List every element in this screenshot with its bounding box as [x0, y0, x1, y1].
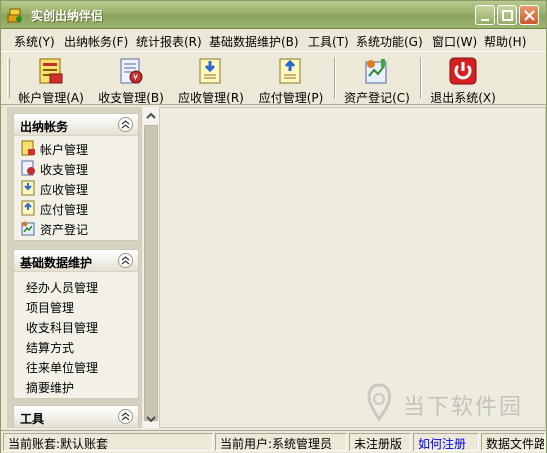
nav-group-body: 帐户管理 收支管理 应收管理 应付管理 资产登记: [14, 136, 138, 240]
account-ledger-icon: [39, 58, 63, 84]
menu-reports[interactable]: 统计报表(R): [136, 33, 202, 50]
asset-register-button[interactable]: 资产登记(C): [341, 54, 413, 105]
menu-system-functions[interactable]: 系统功能(G): [356, 33, 423, 50]
nav-group-body: 经办人员管理 项目管理 收支科目管理 结算方式 往来单位管理 摘要维护: [14, 272, 138, 398]
sidebar-item-label: 资产登记: [40, 223, 89, 237]
income-expense-button[interactable]: ¥ 收支管理(B): [95, 54, 167, 105]
nav-group-header[interactable]: 工具: [14, 406, 138, 428]
chevron-up-icon: [121, 412, 130, 421]
menu-help[interactable]: 帮助(H): [484, 33, 526, 50]
payable-icon: [21, 200, 35, 216]
maximize-icon: [502, 10, 513, 21]
receivable-management-button[interactable]: 应收管理(R): [175, 54, 247, 105]
svg-text:¥: ¥: [133, 73, 138, 82]
exit-system-button[interactable]: 退出系统(X): [427, 54, 499, 105]
income-expense-label: 收支管理(B): [98, 91, 164, 105]
account-management-button[interactable]: 帐户管理(A): [15, 54, 87, 105]
register-link[interactable]: 如何注册: [413, 433, 479, 451]
left-panel-scrollbar[interactable]: [142, 107, 159, 428]
sidebar-item-label: 经办人员管理: [26, 281, 99, 295]
asset-register-label: 资产登记(C): [344, 91, 410, 105]
status-registration: 未注册版: [349, 433, 411, 451]
sidebar-item-label: 结算方式: [26, 341, 75, 355]
account-ledger-icon: [21, 140, 35, 156]
scrollbar-thumb[interactable]: [144, 125, 158, 421]
status-bar: 当前账套:默认账套 当前用户:系统管理员 未注册版 如何注册 数据文件路: [1, 430, 546, 453]
toolbar: 帐户管理(A) ¥ 收支管理(B) 应收管理(R) 应付管理(P) 资产登记(C…: [1, 51, 546, 105]
menu-system[interactable]: 系统(Y): [14, 33, 55, 50]
menu-bar: 系统(Y) 出纳帐务(F) 统计报表(R) 基础数据维护(B) 工具(T) 系统…: [1, 30, 546, 50]
scroll-down-icon[interactable]: [143, 411, 159, 427]
sidebar-item-label: 收支科目管理: [26, 321, 99, 335]
payable-management-button[interactable]: 应付管理(P): [255, 54, 327, 105]
left-nav-panel: 出纳帐务 帐户管理 收支管理 应收管理 应付管理 资产登记 基础数据维护 经办人…: [7, 107, 142, 428]
menu-cashier-accounts[interactable]: 出纳帐务(F): [64, 33, 128, 50]
power-icon: [449, 57, 477, 85]
watermark: 当下软件园: [361, 377, 541, 427]
sidebar-item-label: 应付管理: [40, 203, 89, 217]
collapse-button[interactable]: [118, 117, 133, 132]
maximize-button[interactable]: [497, 5, 517, 25]
app-window: 实创出纳伴侣 系统(Y) 出纳帐务(F) 统计报表(R) 基础数据维护(B) 工…: [0, 0, 547, 453]
sidebar-item-label: 往来单位管理: [26, 361, 99, 375]
status-data-file: 数据文件路: [481, 433, 545, 451]
close-button[interactable]: [519, 5, 539, 25]
sidebar-item-label: 摘要维护: [26, 381, 75, 395]
close-icon: [524, 10, 535, 21]
nav-group-base-data: 基础数据维护 经办人员管理 项目管理 收支科目管理 结算方式 往来单位管理 摘要…: [13, 249, 139, 399]
asset-register-icon: [21, 221, 35, 236]
receivable-icon: [21, 180, 35, 196]
exit-system-label: 退出系统(X): [430, 91, 496, 105]
chevron-up-icon: [121, 256, 130, 265]
receivable-icon: [199, 58, 221, 84]
menu-tools[interactable]: 工具(T): [308, 33, 349, 50]
sidebar-item-label: 收支管理: [40, 163, 89, 177]
app-logo-icon: [7, 8, 22, 23]
receivable-management-label: 应收管理(R): [178, 91, 244, 105]
nav-group-title: 工具: [20, 412, 45, 426]
menu-window[interactable]: 窗口(W): [432, 33, 477, 50]
minimize-icon: [481, 19, 489, 21]
nav-group-tools: 工具: [13, 405, 139, 428]
collapse-button[interactable]: [118, 253, 133, 268]
menu-base-data[interactable]: 基础数据维护(B): [209, 33, 299, 50]
toolbar-separator: [420, 57, 422, 99]
nav-group-title: 基础数据维护: [20, 256, 93, 270]
income-expense-icon: [21, 160, 35, 176]
status-current-account: 当前账套:默认账套: [3, 433, 213, 451]
payable-icon: [279, 58, 301, 84]
scroll-up-icon[interactable]: [143, 108, 159, 124]
nav-group-header[interactable]: 基础数据维护: [14, 250, 138, 272]
status-current-user: 当前用户:系统管理员: [215, 433, 347, 451]
nav-group-header[interactable]: 出纳帐务: [14, 114, 138, 136]
sidebar-item-label: 应收管理: [40, 183, 89, 197]
nav-group-title: 出纳帐务: [20, 120, 69, 134]
toolbar-separator: [334, 57, 336, 99]
sidebar-item-label: 项目管理: [26, 301, 75, 315]
nav-group-cashier: 出纳帐务 帐户管理 收支管理 应收管理 应付管理 资产登记: [13, 113, 139, 241]
minimize-button[interactable]: [475, 5, 495, 25]
watermark-text: 当下软件园: [403, 395, 524, 420]
account-management-label: 帐户管理(A): [18, 91, 84, 105]
collapse-button[interactable]: [118, 409, 133, 424]
payable-management-label: 应付管理(P): [258, 91, 324, 105]
toolbar-grip[interactable]: [7, 58, 10, 98]
asset-register-icon: [365, 59, 387, 84]
income-expense-icon: ¥: [120, 58, 143, 84]
window-title: 实创出纳伴侣: [31, 9, 104, 23]
title-bar[interactable]: 实创出纳伴侣: [1, 1, 546, 29]
chevron-up-icon: [121, 120, 130, 129]
sidebar-item-label: 帐户管理: [40, 143, 89, 157]
